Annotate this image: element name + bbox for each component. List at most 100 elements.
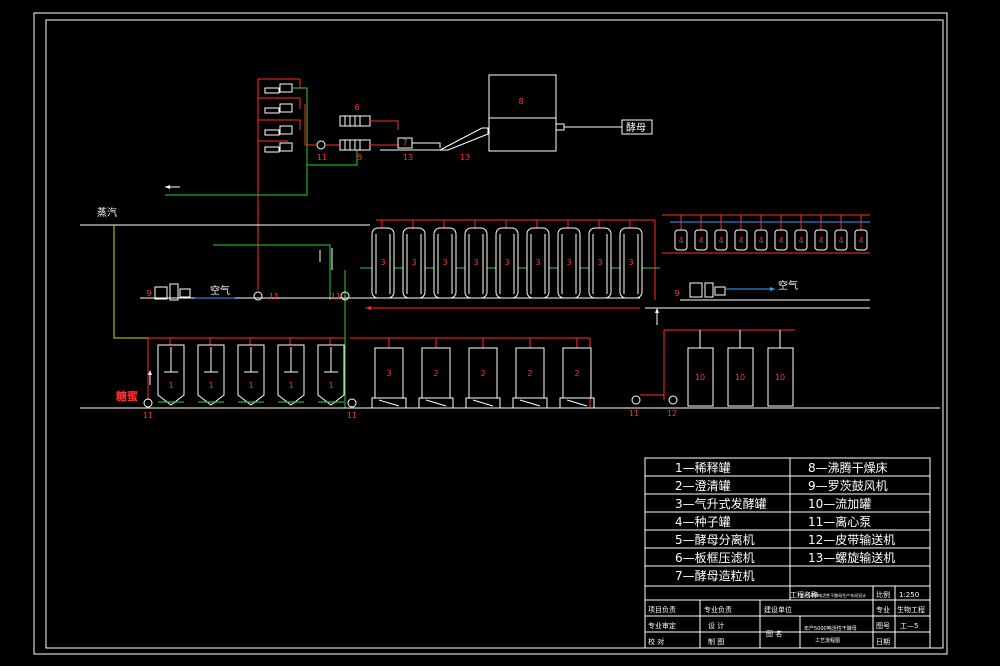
tb-discipline: 生物工程 — [897, 605, 925, 614]
yeast-label: 酵母 — [626, 122, 646, 134]
feed-tank-number: 10 — [695, 373, 705, 382]
feed-tank-number: 10 — [775, 373, 785, 382]
tb-design: 设 计 — [708, 621, 724, 630]
filter-press — [339, 115, 399, 151]
tb-drawing-name-label: 图 名 — [766, 629, 782, 638]
seed-tank-number: 4 — [798, 236, 803, 245]
fermenter-number: 3 — [504, 258, 509, 267]
legend-item-left: 4—种子罐 — [675, 515, 731, 529]
process-flow-diagram: 333333333 4444444444 11111 32222 10 10 10 — [33, 12, 948, 655]
dilution-tank-number: 1 — [288, 381, 293, 390]
num-blower-right: 9 — [674, 289, 679, 298]
num-pump-b1: 11 — [143, 411, 153, 420]
clarify-tank-number: 2 — [527, 369, 532, 378]
num-screw: 13 — [403, 153, 413, 162]
num-separator: 5 — [357, 153, 362, 162]
molasses-label: 糖蜜 — [116, 389, 138, 403]
clarify-tanks: 3 2 2 2 2 — [371, 338, 595, 409]
tb-draw: 制 图 — [708, 637, 724, 646]
yeast-separators — [264, 83, 293, 153]
seed-tank-number: 4 — [738, 236, 743, 245]
legend-item-left: 1—稀释罐 — [675, 461, 731, 475]
num-pump-top: 11 — [317, 153, 327, 162]
num-filter-press: 6 — [354, 103, 359, 112]
tb-proj-lead: 项目负责 — [648, 605, 676, 614]
clarify-tank-number: 2 — [480, 369, 485, 378]
fermenter-number: 3 — [411, 258, 416, 267]
dilution-tank-number: 1 — [208, 381, 213, 390]
legend-item-right: 11—离心泵 — [808, 514, 871, 529]
tb-check: 校 对 — [648, 637, 664, 646]
dilution-tank-number: 1 — [248, 381, 253, 390]
clarify-tank-number: 2 — [574, 369, 579, 378]
air-label-left: 空气 — [210, 284, 230, 297]
legend-item-right: 10—流加罐 — [808, 497, 871, 511]
tb-discipline-label: 专业 — [876, 605, 890, 614]
fermenter-number: 3 — [535, 258, 540, 267]
title-block: 工程名称 年产5000吨活性干酵母生产车间设计 比例 1:250 项目负责 专业… — [644, 585, 931, 649]
dilution-tank-number: 1 — [328, 381, 333, 390]
num-pump-mid-1: 11 — [269, 292, 279, 301]
legend-item-left: 3—气升式发酵罐 — [675, 496, 767, 511]
pump-bottom-1 — [143, 398, 153, 408]
num-pump-b2: 11 — [347, 411, 357, 420]
fermenter-number: 3 — [442, 258, 447, 267]
num-belt-top: 13 — [460, 153, 470, 162]
legend-item-left: 7—酵母造粒机 — [675, 568, 755, 583]
pump-bottom-2 — [347, 398, 357, 408]
legend-item-right: 8—沸腾干燥床 — [808, 460, 888, 475]
belt-conveyor — [439, 127, 489, 151]
pump-top — [316, 140, 326, 150]
num-belt: 12 — [667, 409, 677, 418]
steam-label: 蒸汽 — [97, 206, 117, 219]
legend-item-left: 5—酵母分离机 — [675, 532, 755, 547]
roots-blower-right — [689, 282, 703, 298]
pump-bottom-3 — [631, 395, 641, 405]
airlift-fermenters: 3 3 3 3 3 3 3 3 3 — [371, 220, 643, 299]
bottom-section: 1 1 1 1 1 3 2 2 2 2 10 10 10 — [80, 329, 940, 409]
air-label-right: 空气 — [778, 279, 798, 292]
clarify-tank-number: 3 — [386, 369, 391, 378]
tb-project-name: 年产5000吨活性干酵母生产车间设计 — [800, 592, 866, 598]
tb-spec-lead: 专业负责 — [704, 605, 732, 614]
tb-drawing-no-label: 图号 — [876, 622, 890, 630]
tb-drawing-name-1: 年产5000吨活性干酵母 — [804, 625, 857, 632]
num-pump-b3: 11 — [629, 409, 639, 418]
fermenter-number: 3 — [566, 258, 571, 267]
pump-bottom-4 — [668, 395, 678, 405]
seed-tank-number: 4 — [818, 236, 823, 245]
fermenter-number: 3 — [380, 258, 385, 267]
seed-tank-number: 4 — [698, 236, 703, 245]
legend-table: 1—稀释罐 8—沸腾干燥床 2—澄清罐 9—罗茨鼓风机 3—气升式发酵罐 10—流加罐 4—… — [644, 457, 931, 587]
fermenter-number: 3 — [628, 258, 633, 267]
num-dryer: 8 — [518, 97, 523, 106]
tb-scale: 1:250 — [899, 591, 919, 599]
dilution-tanks: 1 1 1 1 1 — [157, 338, 345, 406]
tb-scale-label: 比例 — [876, 590, 890, 599]
dilution-tank-number: 1 — [168, 381, 173, 390]
seed-tank-number: 4 — [758, 236, 763, 245]
num-blower-left: 9 — [146, 289, 151, 298]
feed-tanks: 10 10 10 — [687, 330, 794, 407]
seed-tank-number: 4 — [858, 236, 863, 245]
clarify-tank-number: 2 — [433, 369, 438, 378]
pump-mid-1 — [253, 291, 263, 301]
tb-unit: 建设单位 — [764, 605, 792, 614]
feed-tank-number: 10 — [735, 373, 745, 382]
fermenter-number: 3 — [473, 258, 478, 267]
seed-tank-number: 4 — [678, 236, 683, 245]
tb-drawing-name-2: 工艺流程图 — [815, 637, 840, 644]
num-pump-mid-2: 11 — [331, 292, 341, 301]
fermenter-number: 3 — [597, 258, 602, 267]
seed-tanks: 4 4 4 4 4 4 4 4 4 4 — [674, 215, 868, 251]
roots-blower-left — [154, 286, 168, 300]
seed-tank-number: 4 — [778, 236, 783, 245]
legend-item-left: 6—板框压滤机 — [675, 551, 755, 565]
tb-spec-review: 专业审定 — [648, 621, 676, 630]
legend-item-right: 13—螺旋输送机 — [808, 550, 895, 565]
seed-tank-number: 4 — [718, 236, 723, 245]
tb-drawing-no: 工—5 — [900, 622, 918, 630]
num-granulator: 7 — [402, 138, 407, 147]
tb-date: 日期 — [876, 638, 890, 646]
legend-item-left: 2—澄清罐 — [675, 478, 731, 493]
